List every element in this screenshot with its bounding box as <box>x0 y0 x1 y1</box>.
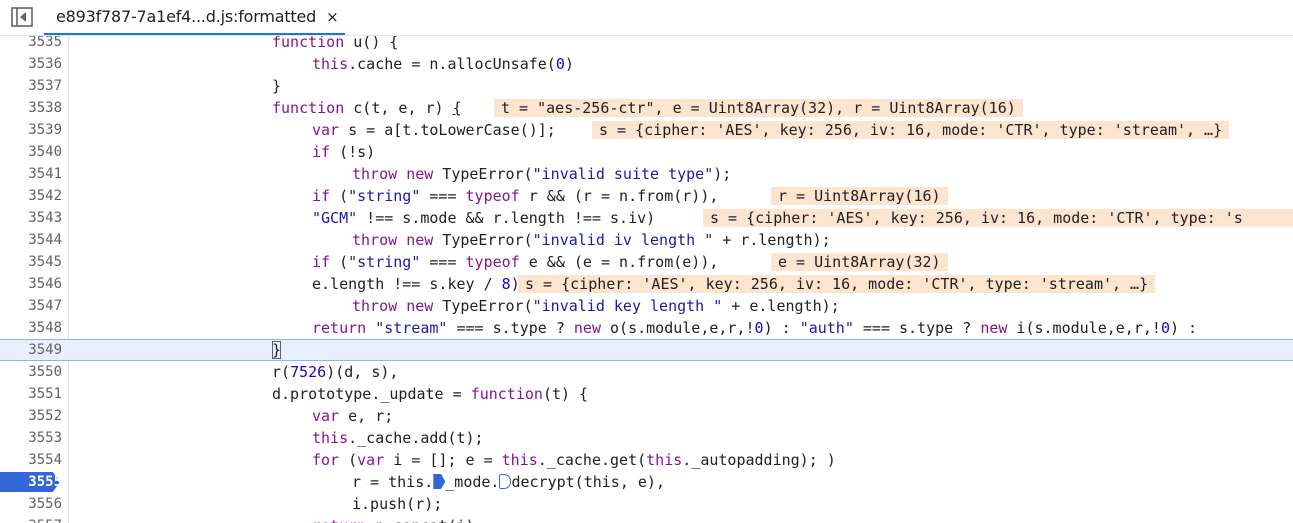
code-line: 3542 if ("string" === typeof r && (r = n… <box>0 185 1293 207</box>
code-line: 3537 } <box>0 75 1293 97</box>
line-number[interactable]: 3537 <box>0 75 62 97</box>
code-text: if ("string" === typeof r && (r = n.from… <box>312 187 719 205</box>
inline-variable-value: s = {cipher: 'AES', key: 256, iv: 16, mo… <box>703 209 1293 227</box>
line-number[interactable]: 3541 <box>0 163 62 185</box>
code-line: 3547 throw new TypeError("invalid key le… <box>0 295 1293 317</box>
line-number[interactable]: 3549 <box>0 340 62 360</box>
inline-variable-value: s = {cipher: 'AES', key: 256, iv: 16, mo… <box>518 275 1156 293</box>
code-text: } <box>272 77 282 95</box>
code-text: for (var i = []; e = this._cache.get(thi… <box>312 451 836 469</box>
line-number[interactable]: 3547 <box>0 295 62 317</box>
line-number[interactable]: 3540 <box>0 141 62 163</box>
line-number[interactable]: 3557 <box>0 515 62 523</box>
line-number[interactable]: 3548 <box>0 317 62 339</box>
line-number[interactable]: 3545 <box>0 251 62 273</box>
code-text: if (!s) <box>312 143 376 161</box>
code-line: 3546 e.length !== s.key / 8) s = {cipher… <box>0 273 1293 295</box>
code-line: 3556 i.push(r); <box>0 493 1293 515</box>
line-number[interactable]: 3546 <box>0 273 62 295</box>
code-lines: 3535 function u() { 3536 this.cache = n.… <box>0 36 1293 523</box>
line-number[interactable]: 3535 <box>0 36 62 53</box>
code-line: 3536 this.cache = n.allocUnsafe(0) <box>0 53 1293 75</box>
code-text: var e, r; <box>312 407 394 425</box>
code-text: i.push(r); <box>352 495 443 513</box>
code-text: e.length !== s.key / 8) <box>312 275 520 293</box>
code-line: 3538 function c(t, e, r) { t = "aes-256-… <box>0 97 1293 119</box>
line-number[interactable]: 3554 <box>0 449 62 471</box>
inline-variable-value: e = Uint8Array(32) <box>771 253 948 271</box>
code-line: 3539 var s = a[t.toLowerCase()]; s = {ci… <box>0 119 1293 141</box>
breakpoint-line: 3555 r = this. _mode. decrypt(this, e), <box>0 471 1293 493</box>
inline-variable-value: r = Uint8Array(16) <box>771 187 948 205</box>
code-text: throw new TypeError("invalid suite type"… <box>352 165 732 183</box>
line-number[interactable]: 3544 <box>0 229 62 251</box>
code-line: 3543 "GCM" !== s.mode && r.length !== s.… <box>0 207 1293 229</box>
code-text: r = this. _mode. decrypt(this, e), <box>82 471 665 493</box>
code-line: 3550 r(7526)(d, s), <box>0 361 1293 383</box>
line-number[interactable]: 3552 <box>0 405 62 427</box>
code-line: 3541 throw new TypeError("invalid suite … <box>0 163 1293 185</box>
code-segment: _mode. <box>445 473 500 491</box>
code-line: 3552 var e, r; <box>0 405 1293 427</box>
code-text: throw new TypeError("invalid iv length "… <box>352 231 831 249</box>
code-line: 3544 throw new TypeError("invalid iv len… <box>0 229 1293 251</box>
inline-breakpoint-icon[interactable] <box>499 474 512 489</box>
code-text: throw new TypeError("invalid key length … <box>352 297 840 315</box>
inline-variable-value: t = "aes-256-ctr", e = Uint8Array(32), r… <box>494 99 1023 117</box>
line-number[interactable]: 3538 <box>0 97 62 119</box>
code-text: function c(t, e, r) { <box>272 99 462 117</box>
line-number[interactable]: 3556 <box>0 493 62 515</box>
line-number[interactable]: 3543 <box>0 207 62 229</box>
code-text: r(7526)(d, s), <box>272 363 399 381</box>
code-text: this.cache = n.allocUnsafe(0) <box>312 55 574 73</box>
line-number[interactable]: 3536 <box>0 53 62 75</box>
close-icon[interactable]: × <box>326 8 339 26</box>
code-text: function u() { <box>272 36 399 51</box>
file-tab-label: e893f787-7a1ef4...d.js:formatted <box>56 7 317 26</box>
code-line: 3535 function u() { <box>0 36 1293 53</box>
code-text: d.prototype._update = function(t) { <box>272 385 589 403</box>
line-number[interactable]: 3542 <box>0 185 62 207</box>
code-line: 3540 if (!s) <box>0 141 1293 163</box>
code-text: "GCM" !== s.mode && r.length !== s.iv) <box>312 209 656 227</box>
code-line: 3553 this._cache.add(t); <box>0 427 1293 449</box>
code-text: var s = a[t.toLowerCase()]; <box>312 121 556 139</box>
code-line: 3554 for (var i = []; e = this._cache.ge… <box>0 449 1293 471</box>
code-line: 3548 return "stream" === s.type ? new o(… <box>0 317 1293 339</box>
code-text: return n.concat(i) <box>82 515 475 523</box>
sidebar-toggle-icon[interactable] <box>11 7 33 27</box>
code-text: return "stream" === s.type ? new o(s.mod… <box>312 319 1198 337</box>
code-segment: r = this. <box>352 473 434 491</box>
code-text: if ("string" === typeof e && (e = n.from… <box>312 253 719 271</box>
line-number[interactable]: 3539 <box>0 119 62 141</box>
code-segment: decrypt(this, e), <box>511 473 665 491</box>
code-line: 3551 d.prototype._update = function(t) { <box>0 383 1293 405</box>
code-text: } <box>82 340 282 360</box>
code-text: this._cache.add(t); <box>312 429 484 447</box>
matched-bracket: } <box>272 341 282 359</box>
current-line: 3549 } <box>0 339 1293 361</box>
file-tab[interactable]: e893f787-7a1ef4...d.js:formatted × <box>44 0 345 35</box>
code-line: 3545 if ("string" === typeof e && (e = n… <box>0 251 1293 273</box>
editor-tab-bar: e893f787-7a1ef4...d.js:formatted × <box>0 0 1293 36</box>
line-number[interactable]: 3553 <box>0 427 62 449</box>
line-number[interactable]: 3555 <box>0 471 62 493</box>
line-number[interactable]: 3550 <box>0 361 62 383</box>
code-line: 3557 return n.concat(i) <box>0 515 1293 523</box>
inline-variable-value: s = {cipher: 'AES', key: 256, iv: 16, mo… <box>592 121 1230 139</box>
inline-breakpoint-icon[interactable] <box>433 474 446 489</box>
code-editor[interactable]: 3535 function u() { 3536 this.cache = n.… <box>0 36 1293 523</box>
line-number[interactable]: 3551 <box>0 383 62 405</box>
